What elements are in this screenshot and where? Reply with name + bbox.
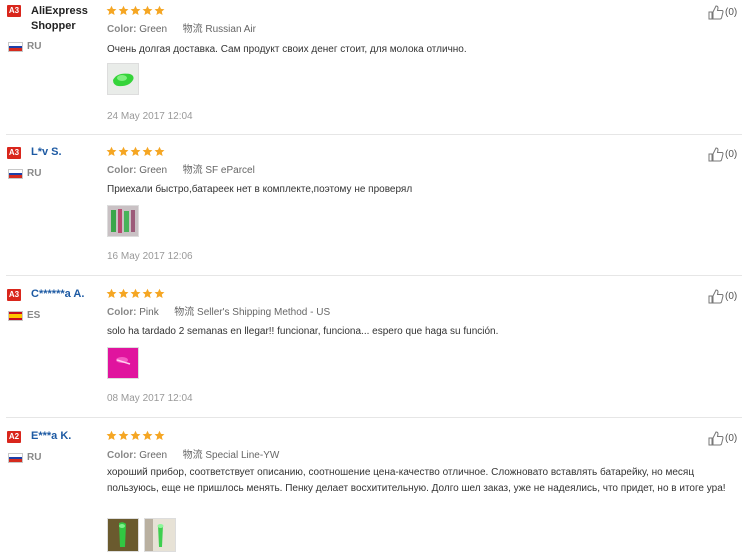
order-info: Color: Green 物流 Russian Air <box>107 23 256 36</box>
thumbs-up-icon <box>708 147 724 162</box>
helpful-button[interactable]: (0) <box>708 289 737 304</box>
color-label: Color: <box>107 165 137 176</box>
review-date: 08 May 2017 12:04 <box>107 393 193 404</box>
review-text: solo ha tardado 2 semanas en llegar!! fu… <box>107 326 499 337</box>
star-icon <box>106 146 117 156</box>
star-icon <box>118 5 129 15</box>
color-label: Color: <box>107 24 137 35</box>
color-label: Color: <box>107 450 137 461</box>
reviewer-country: RU <box>27 41 42 52</box>
review-photo[interactable] <box>107 518 139 552</box>
order-info: Color: Pink 物流 Seller's Shipping Method … <box>107 306 330 319</box>
buyer-level-badge: A3 <box>7 147 21 159</box>
star-icon <box>118 288 129 298</box>
star-icon <box>142 146 153 156</box>
star-icon <box>130 146 141 156</box>
star-icon <box>118 146 129 156</box>
reviewer-name[interactable]: C******a A. <box>31 287 84 302</box>
helpful-count: (0) <box>725 433 738 444</box>
buyer-level-badge: A3 <box>7 289 21 301</box>
review-text: Очень долгая доставка. Сам продукт своих… <box>107 44 467 55</box>
star-icon <box>118 430 129 440</box>
star-icon <box>154 5 165 15</box>
review-photo[interactable] <box>144 518 176 552</box>
russia-flag-icon <box>8 169 23 179</box>
shipping-value: Special Line-YW <box>205 450 280 461</box>
shipping-value: Russian Air <box>205 24 256 35</box>
star-icon <box>130 5 141 15</box>
star-icon <box>142 288 153 298</box>
shipping-label: 物流 <box>182 165 203 176</box>
buyer-level-badge: A3 <box>7 5 21 17</box>
thumbs-up-icon <box>708 5 724 20</box>
shipping-value: Seller's Shipping Method - US <box>197 307 331 318</box>
shipping-label: 物流 <box>182 450 203 461</box>
order-info: Color: Green 物流 Special Line-YW <box>107 449 279 462</box>
review-text: Приехали быстро,батареек нет в комплекте… <box>107 184 413 195</box>
reviewer-country: ES <box>27 310 41 321</box>
star-rating <box>106 430 165 441</box>
review-photo[interactable] <box>107 205 139 237</box>
star-icon <box>106 288 117 298</box>
review-item: A3 L*v S. RU Color: Green 物流 SF eParcel … <box>0 135 750 275</box>
helpful-button[interactable]: (0) <box>708 5 737 20</box>
review-photo[interactable] <box>107 347 139 379</box>
russia-flag-icon <box>8 453 23 463</box>
reviewer-country: RU <box>27 452 42 463</box>
shipping-value: SF eParcel <box>205 165 255 176</box>
helpful-count: (0) <box>725 149 738 160</box>
order-info: Color: Green 物流 SF eParcel <box>107 164 255 177</box>
review-photo[interactable] <box>107 63 139 95</box>
shipping-label: 物流 <box>174 307 195 318</box>
star-rating <box>106 288 165 299</box>
reviewer-name[interactable]: E***a K. <box>31 429 71 444</box>
star-rating <box>106 146 165 157</box>
thumbs-up-icon <box>708 289 724 304</box>
star-icon <box>154 146 165 156</box>
color-label: Color: <box>107 307 137 318</box>
star-icon <box>154 288 165 298</box>
star-rating <box>106 5 165 16</box>
color-value: Green <box>139 450 168 461</box>
reviewer-name[interactable]: L*v S. <box>31 145 62 160</box>
star-icon <box>130 288 141 298</box>
star-icon <box>142 5 153 15</box>
reviewer-name: AliExpress Shopper <box>31 5 88 32</box>
color-value: Pink <box>139 307 159 318</box>
star-icon <box>154 430 165 440</box>
buyer-level-badge: A2 <box>7 431 21 443</box>
review-item: A2 E***a K. RU Color: Green 物流 Special L… <box>0 418 750 555</box>
star-icon <box>142 430 153 440</box>
star-icon <box>106 430 117 440</box>
helpful-count: (0) <box>725 291 738 302</box>
helpful-button[interactable]: (0) <box>708 147 737 162</box>
russia-flag-icon <box>8 42 23 52</box>
color-value: Green <box>139 165 168 176</box>
spain-flag-icon <box>8 311 23 321</box>
review-item: A3 C******a A. ES Color: Pink 物流 Seller'… <box>0 276 750 416</box>
star-icon <box>106 5 117 15</box>
review-text: хороший прибор, соответствует описанию, … <box>107 467 726 494</box>
helpful-count: (0) <box>725 7 738 18</box>
reviewer-country: RU <box>27 168 42 179</box>
star-icon <box>130 430 141 440</box>
review-date: 24 May 2017 12:04 <box>107 111 193 122</box>
color-value: Green <box>139 24 168 35</box>
review-item: A3 AliExpress Shopper RU Color: Green 物流… <box>0 0 750 134</box>
review-date: 16 May 2017 12:06 <box>107 251 193 262</box>
shipping-label: 物流 <box>182 24 203 35</box>
helpful-button[interactable]: (0) <box>708 431 737 446</box>
thumbs-up-icon <box>708 431 724 446</box>
